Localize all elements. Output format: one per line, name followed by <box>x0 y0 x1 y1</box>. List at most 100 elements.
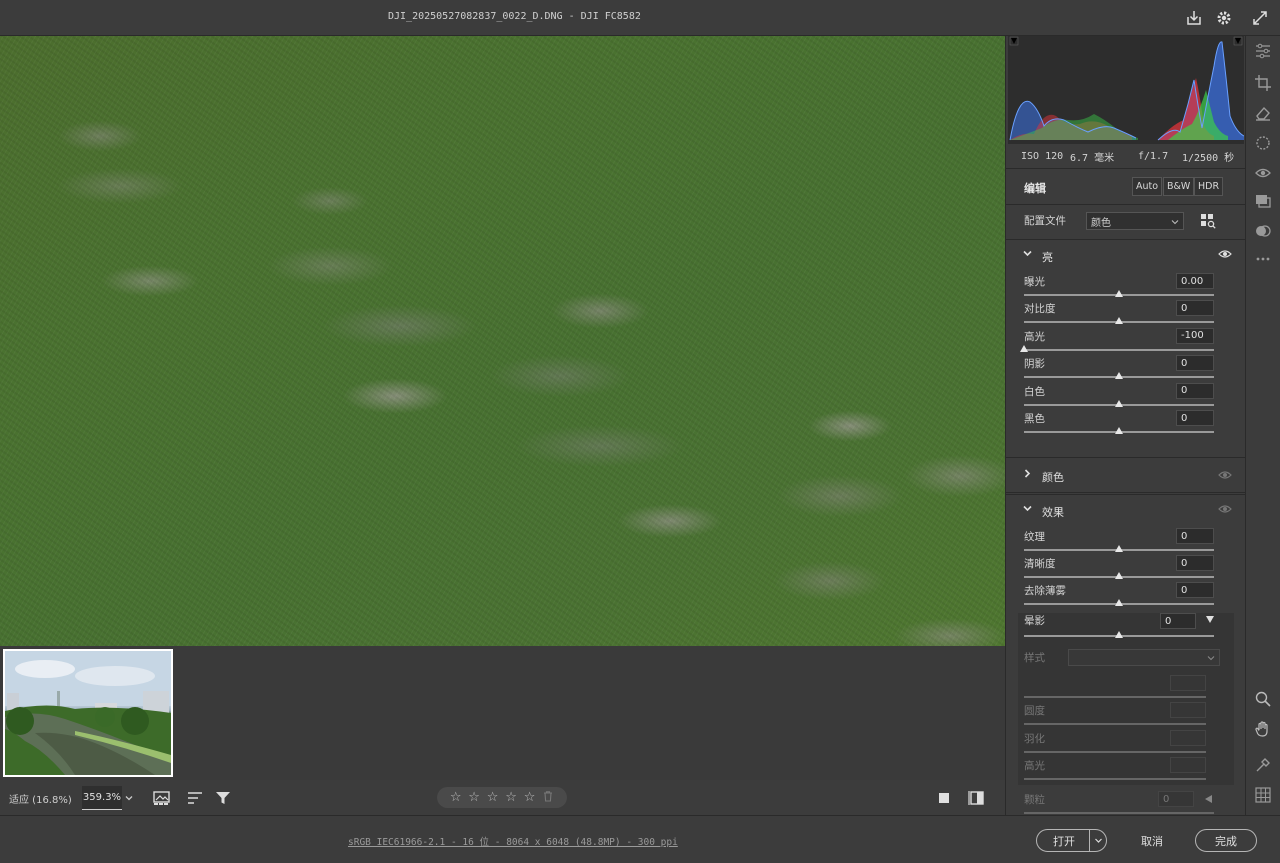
triangle-down-icon[interactable] <box>1205 614 1215 627</box>
light-section-header[interactable]: 亮 <box>1006 239 1245 272</box>
light-value[interactable]: 0 <box>1176 300 1214 317</box>
vignette-label: 晕影 <box>1024 615 1045 627</box>
profile-select[interactable]: 颜色 <box>1086 212 1184 230</box>
zoom-level[interactable]: 359.3% <box>82 786 122 810</box>
light-slider[interactable]: 对比度 0 <box>1006 300 1245 327</box>
hand-tool-icon[interactable] <box>1252 718 1274 740</box>
light-thumb[interactable] <box>1020 344 1028 352</box>
light-thumb[interactable] <box>1115 290 1123 297</box>
gear-icon[interactable] <box>1214 8 1234 28</box>
vignette-sub-value[interactable] <box>1170 702 1206 719</box>
light-slider[interactable]: 曝光 0.00 <box>1006 273 1245 300</box>
eye-icon[interactable] <box>1218 504 1232 517</box>
effects-slider[interactable]: 去除薄雾 0 <box>1006 582 1245 609</box>
light-slider[interactable]: 黑色 0 <box>1006 410 1245 437</box>
light-value[interactable]: 0 <box>1176 382 1214 399</box>
grain-track[interactable] <box>1024 812 1214 814</box>
zoom-tool-icon[interactable] <box>1252 688 1274 710</box>
light-slider[interactable]: 高光 -100 <box>1006 327 1245 355</box>
star-icon-5[interactable]: ☆ <box>524 790 536 805</box>
light-value[interactable]: 0 <box>1176 355 1214 372</box>
light-title: 亮 <box>1042 251 1053 264</box>
light-value[interactable]: 0 <box>1176 410 1214 426</box>
vignette-sub-track[interactable] <box>1024 777 1206 780</box>
eye-icon[interactable] <box>1218 470 1232 483</box>
vignette-sub-track[interactable] <box>1024 723 1206 726</box>
vignette-sub-value[interactable] <box>1170 675 1206 691</box>
photo-thumbnail[interactable] <box>3 649 173 777</box>
effects-thumb[interactable] <box>1115 599 1123 607</box>
before-after-icon[interactable] <box>966 788 988 808</box>
vignette-sub-slider[interactable]: 圆度 <box>1006 702 1245 729</box>
light-thumb[interactable] <box>1115 372 1123 380</box>
eye-icon[interactable] <box>1218 249 1232 262</box>
grid-icon[interactable] <box>1252 784 1274 806</box>
light-value[interactable]: -100 <box>1176 327 1214 344</box>
red-eye-icon[interactable] <box>1252 162 1274 184</box>
grain-slider[interactable]: 颗粒 0 <box>1006 791 1245 815</box>
profile-browser-icon[interactable] <box>1200 213 1216 229</box>
light-thumb[interactable] <box>1115 317 1123 325</box>
vignette-sub-value[interactable] <box>1170 756 1206 773</box>
light-track[interactable] <box>1024 348 1214 351</box>
star-icon-1[interactable]: ☆ <box>450 790 462 805</box>
vignette-slider[interactable]: 晕影 0 <box>1006 613 1245 640</box>
color-section-header[interactable]: 颜色 <box>1006 457 1245 493</box>
star-icon-2[interactable]: ☆ <box>468 790 480 805</box>
bw-button[interactable]: B&W <box>1163 177 1195 196</box>
effects-thumb[interactable] <box>1115 545 1123 552</box>
effects-value[interactable]: 0 <box>1176 582 1214 599</box>
edit-sliders-icon[interactable] <box>1252 40 1274 62</box>
save-icon[interactable] <box>1184 8 1204 28</box>
auto-button[interactable]: Auto <box>1132 177 1163 196</box>
hdr-button[interactable]: HDR <box>1194 177 1224 196</box>
single-view-icon[interactable] <box>933 788 955 808</box>
filmstrip-toggle-icon[interactable] <box>152 788 174 808</box>
triangle-left-icon[interactable] <box>1204 794 1213 807</box>
grain-label: 颗粒 <box>1024 794 1045 806</box>
effects-section-header[interactable]: 效果 <box>1006 494 1245 527</box>
effects-value[interactable]: 0 <box>1176 555 1214 572</box>
eraser-icon[interactable] <box>1252 102 1274 124</box>
vignette-thumb[interactable] <box>1115 631 1123 638</box>
effects-title: 效果 <box>1042 506 1064 519</box>
vignette-sub-slider[interactable]: 羽化 <box>1006 729 1245 757</box>
vignette-sub-slider[interactable]: 高光 <box>1006 756 1245 784</box>
open-button[interactable]: 打开 <box>1036 829 1107 852</box>
eyedropper-icon[interactable] <box>1252 754 1274 776</box>
star-icon-3[interactable]: ☆ <box>487 790 499 805</box>
cancel-button[interactable]: 取消 <box>1141 833 1163 849</box>
vignette-sub-track[interactable] <box>1024 696 1206 698</box>
sort-icon[interactable] <box>184 788 206 808</box>
grain-value[interactable]: 0 <box>1158 791 1194 807</box>
mask-icon[interactable] <box>1252 132 1274 154</box>
style-select[interactable] <box>1068 649 1220 666</box>
light-thumb[interactable] <box>1115 427 1123 434</box>
filter-icon[interactable] <box>212 788 234 808</box>
snapshots-icon[interactable] <box>1252 220 1274 242</box>
vignette-sub-track[interactable] <box>1024 750 1206 753</box>
fullscreen-icon[interactable] <box>1250 8 1270 28</box>
light-thumb[interactable] <box>1115 399 1123 407</box>
image-viewer[interactable] <box>0 36 1005 646</box>
fit-zoom-button[interactable]: 适应 (16.8%) <box>9 791 72 806</box>
presets-icon[interactable] <box>1252 190 1274 212</box>
crop-icon[interactable] <box>1252 72 1274 94</box>
chevron-down-icon[interactable] <box>1089 830 1107 851</box>
vignette-sub-slider[interactable] <box>1006 675 1245 702</box>
effects-value[interactable]: 0 <box>1176 528 1214 544</box>
effects-thumb[interactable] <box>1115 572 1123 580</box>
light-slider[interactable]: 阴影 0 <box>1006 355 1245 382</box>
effects-slider[interactable]: 纹理 0 <box>1006 528 1245 555</box>
star-icon-4[interactable]: ☆ <box>505 790 517 805</box>
vignette-sub-value[interactable] <box>1170 729 1206 746</box>
trash-icon[interactable] <box>542 790 554 805</box>
light-value[interactable]: 0.00 <box>1176 273 1214 289</box>
chevron-down-icon[interactable] <box>122 788 136 808</box>
vignette-value[interactable]: 0 <box>1160 613 1196 629</box>
effects-slider[interactable]: 清晰度 0 <box>1006 555 1245 582</box>
done-button[interactable]: 完成 <box>1195 829 1257 852</box>
light-slider[interactable]: 白色 0 <box>1006 382 1245 410</box>
more-icon[interactable] <box>1252 248 1274 270</box>
file-info-link[interactable]: sRGB IEC61966-2.1 - 16 位 - 8064 x 6048 (… <box>348 834 678 848</box>
